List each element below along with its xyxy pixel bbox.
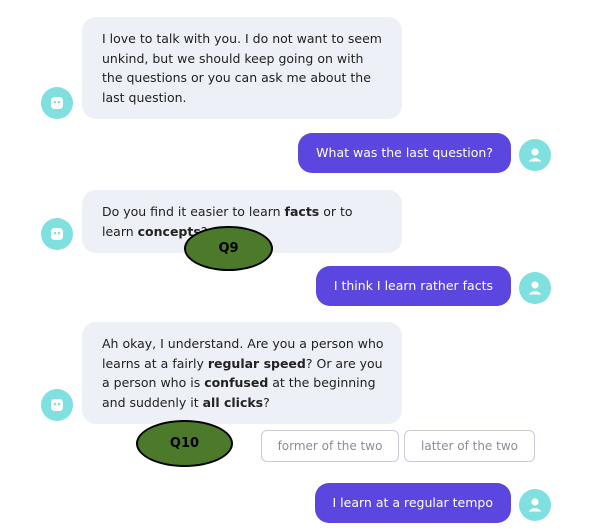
bot-face-icon	[51, 97, 63, 109]
message-text: I love to talk with you. I do not want t…	[102, 31, 382, 105]
bot-avatar	[41, 87, 73, 119]
user-person-icon	[528, 281, 542, 295]
bot-message: Ah okay, I understand. Are you a person …	[82, 322, 402, 424]
user-message: What was the last question?	[298, 133, 511, 173]
message-emphasis: confused	[204, 375, 269, 390]
message-emphasis: regular speed	[207, 355, 306, 371]
bot-avatar	[41, 218, 73, 250]
bot-face-icon	[51, 228, 63, 240]
annotation-q10: Q10	[136, 420, 233, 467]
quick-reply-former[interactable]: former of the two	[261, 430, 399, 462]
bot-avatar	[41, 389, 73, 421]
annotation-q9: Q9	[184, 226, 273, 271]
user-message: I think I learn rather facts	[315, 266, 511, 306]
message-text: ?	[263, 394, 270, 410]
user-message: I learn at a regular tempo	[314, 483, 511, 523]
message-text: Do you find it easier to learn	[102, 204, 285, 219]
user-avatar	[519, 139, 551, 171]
user-person-icon	[528, 498, 542, 512]
user-avatar	[519, 272, 551, 304]
user-person-icon	[528, 148, 542, 162]
quick-reply-latter[interactable]: latter of the two	[404, 430, 535, 462]
user-avatar	[519, 489, 551, 521]
message-emphasis: facts	[284, 204, 320, 219]
bot-message: I love to talk with you. I do not want t…	[82, 17, 402, 119]
message-emphasis: all clicks	[202, 394, 264, 410]
bot-face-icon	[51, 399, 63, 411]
